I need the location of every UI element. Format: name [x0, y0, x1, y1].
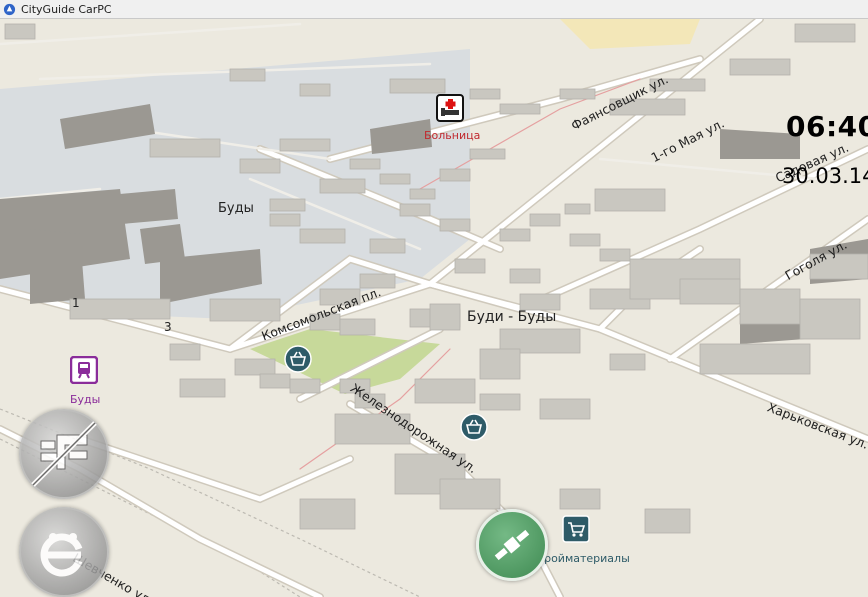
map-canvas [0, 19, 868, 597]
place-label-budy: Буды [218, 201, 254, 216]
hospital-poi[interactable] [436, 94, 464, 122]
satellite-icon [494, 529, 530, 561]
app-icon [3, 3, 16, 15]
shopping-basket-icon [284, 345, 312, 373]
map-mode-icon [31, 421, 97, 487]
map-mode-button[interactable] [19, 409, 109, 499]
shopping-cart-icon [562, 515, 590, 543]
hospital-icon [436, 94, 464, 122]
railway-station-label: Буды [70, 393, 101, 406]
window-title: CityGuide CarPC [21, 2, 112, 16]
clock-time: 06:40 [786, 110, 868, 143]
shop-poi-2[interactable] [460, 413, 488, 441]
building-materials-poi[interactable] [562, 515, 590, 543]
railway-station-poi[interactable] [70, 356, 98, 384]
menu-button[interactable] [19, 507, 109, 597]
hospital-label: Больница [424, 129, 481, 142]
place-label-budi-budy: Буди - Буды [467, 309, 557, 325]
place-label-number-1: 1 [72, 296, 80, 310]
railway-station-icon [70, 356, 98, 384]
gps-status-button[interactable] [476, 509, 548, 581]
shop-poi[interactable] [284, 345, 312, 373]
place-label-number-3: 3 [164, 320, 172, 334]
clock-date: 30.03.14 [782, 164, 868, 188]
menu-icon [40, 533, 83, 577]
sand-area [560, 19, 700, 49]
shopping-basket-icon [460, 413, 488, 441]
map-view[interactable]: Фаянсовщик ул. 1-го Мая ул. Садовая ул. … [0, 19, 868, 597]
title-bar: CityGuide CarPC [0, 0, 868, 19]
